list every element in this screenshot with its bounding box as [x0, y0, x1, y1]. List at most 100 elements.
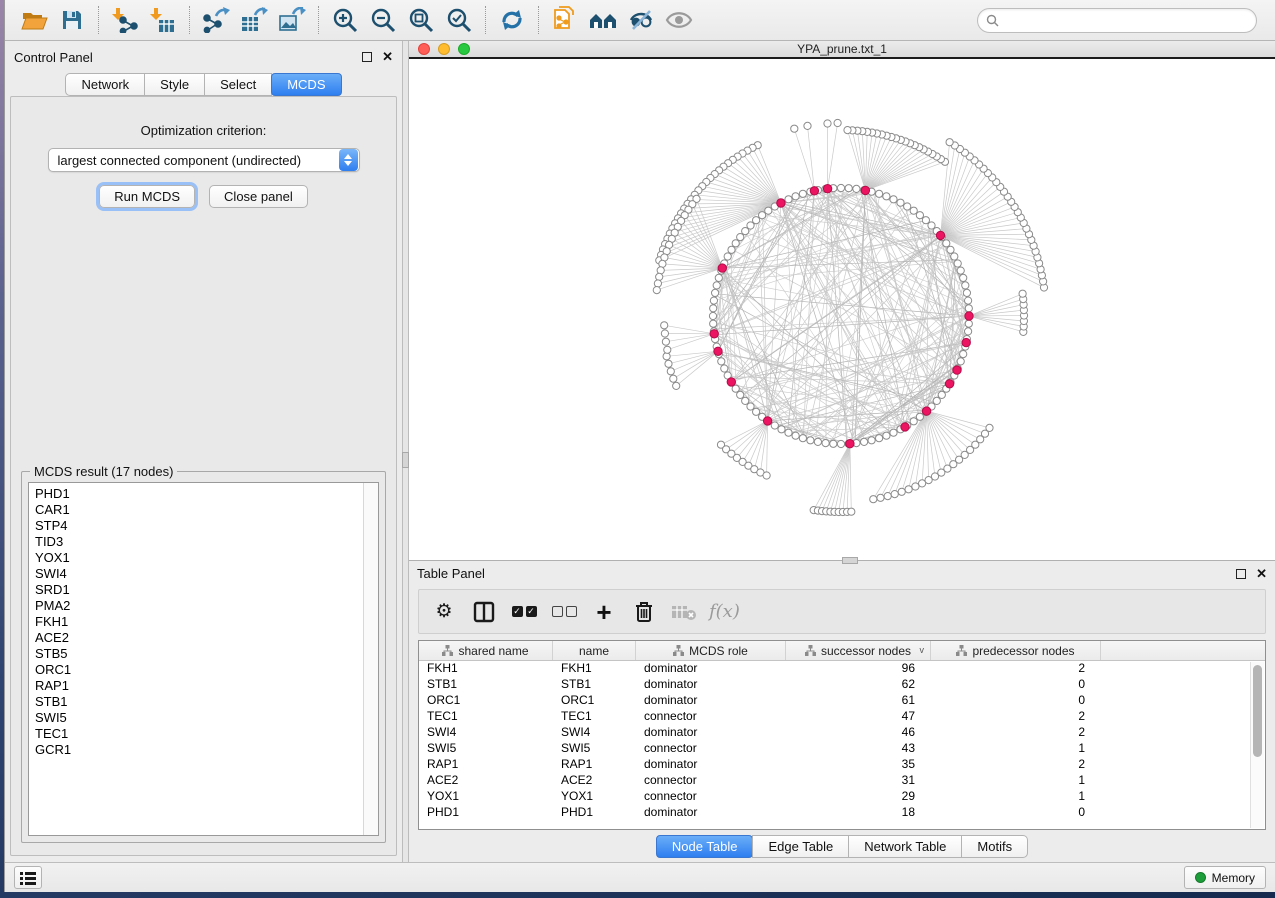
import-table-button[interactable]: [144, 3, 182, 37]
search-input[interactable]: [1004, 13, 1248, 27]
table-row[interactable]: ORC1ORC1dominator610: [419, 693, 1265, 709]
tab-edge-table[interactable]: Edge Table: [752, 835, 849, 858]
show-hidden-button[interactable]: [660, 3, 698, 37]
column-header-predecessor-nodes[interactable]: predecessor nodes: [931, 641, 1101, 660]
show-column-button[interactable]: [469, 596, 499, 628]
mcds-result-item[interactable]: FKH1: [35, 614, 378, 630]
graph-node[interactable]: [868, 437, 875, 444]
table-scrollbar[interactable]: [1250, 662, 1264, 828]
zoom-in-button[interactable]: [326, 3, 364, 37]
graph-node[interactable]: [814, 438, 821, 445]
graph-leaf-node[interactable]: [912, 483, 919, 490]
graph-node[interactable]: [799, 435, 806, 442]
deselect-all-button[interactable]: [549, 596, 579, 628]
export-network-button[interactable]: [197, 3, 235, 37]
graph-dominator-node[interactable]: [953, 366, 961, 374]
table-row[interactable]: FKH1FKH1dominator962: [419, 661, 1265, 677]
graph-node[interactable]: [747, 222, 754, 229]
graph-node[interactable]: [799, 190, 806, 197]
graph-leaf-node[interactable]: [763, 472, 770, 479]
graph-node[interactable]: [916, 212, 923, 219]
graph-node[interactable]: [965, 320, 972, 327]
clone-network-button[interactable]: [546, 3, 584, 37]
graph-dominator-node[interactable]: [810, 187, 818, 195]
import-network-button[interactable]: [106, 3, 144, 37]
graph-node[interactable]: [883, 432, 890, 439]
graph-leaf-node[interactable]: [898, 488, 905, 495]
graph-node[interactable]: [830, 440, 837, 447]
add-column-button[interactable]: +: [589, 596, 619, 628]
task-history-button[interactable]: [14, 866, 42, 889]
mcds-result-item[interactable]: SRD1: [35, 582, 378, 598]
graph-node[interactable]: [876, 435, 883, 442]
table-scrollbar-thumb[interactable]: [1253, 665, 1262, 757]
graph-dominator-node[interactable]: [777, 199, 785, 207]
graph-leaf-node[interactable]: [1019, 290, 1026, 297]
mcds-result-item[interactable]: STB1: [35, 694, 378, 710]
graph-node[interactable]: [792, 193, 799, 200]
graph-leaf-node[interactable]: [662, 338, 669, 345]
graph-node[interactable]: [943, 240, 950, 247]
delete-column-button[interactable]: [629, 596, 659, 628]
select-all-button[interactable]: ✓ ✓: [509, 596, 539, 628]
export-table-button[interactable]: [235, 3, 273, 37]
graph-node[interactable]: [904, 203, 911, 210]
mcds-result-item[interactable]: PMA2: [35, 598, 378, 614]
tab-node-table[interactable]: Node Table: [656, 835, 754, 858]
graph-node[interactable]: [710, 297, 717, 304]
delete-table-button[interactable]: [669, 596, 699, 628]
float-table-panel-icon[interactable]: [1236, 569, 1246, 579]
graph-node[interactable]: [957, 267, 964, 274]
mcds-result-item[interactable]: ACE2: [35, 630, 378, 646]
graph-leaf-node[interactable]: [673, 382, 680, 389]
graph-node[interactable]: [785, 196, 792, 203]
graph-node[interactable]: [960, 351, 967, 358]
splitter-handle[interactable]: [402, 452, 409, 468]
graph-node[interactable]: [747, 403, 754, 410]
graph-node[interactable]: [759, 212, 766, 219]
graph-leaf-node[interactable]: [670, 375, 677, 382]
graph-dominator-node[interactable]: [710, 330, 718, 338]
graph-node[interactable]: [916, 413, 923, 420]
graph-leaf-node[interactable]: [884, 493, 891, 500]
graph-leaf-node[interactable]: [791, 125, 798, 132]
graph-node[interactable]: [965, 305, 972, 312]
mcds-result-item[interactable]: TEC1: [35, 726, 378, 742]
refresh-view-button[interactable]: [493, 3, 531, 37]
graph-node[interactable]: [890, 429, 897, 436]
vertical-splitter[interactable]: [402, 41, 409, 862]
graph-leaf-node[interactable]: [905, 486, 912, 493]
float-window-icon[interactable]: [362, 52, 372, 62]
graph-node[interactable]: [910, 207, 917, 214]
mcds-result-item[interactable]: ORC1: [35, 662, 378, 678]
graph-leaf-node[interactable]: [656, 273, 663, 280]
graph-node[interactable]: [845, 185, 852, 192]
graph-node[interactable]: [778, 426, 785, 433]
graph-node[interactable]: [753, 408, 760, 415]
tab-select[interactable]: Select: [204, 73, 272, 96]
graph-node[interactable]: [728, 246, 735, 253]
graph-node[interactable]: [742, 228, 749, 235]
graph-leaf-node[interactable]: [877, 494, 884, 501]
graph-node[interactable]: [853, 185, 860, 192]
graph-leaf-node[interactable]: [844, 127, 851, 134]
graph-dominator-node[interactable]: [922, 407, 930, 415]
hide-selected-button[interactable]: [622, 3, 660, 37]
graph-node[interactable]: [792, 432, 799, 439]
graph-node[interactable]: [710, 320, 717, 327]
column-header-name[interactable]: name: [553, 641, 636, 660]
graph-node[interactable]: [963, 289, 970, 296]
graph-leaf-node[interactable]: [986, 424, 993, 431]
neighbors-button[interactable]: [584, 3, 622, 37]
graph-node[interactable]: [713, 282, 720, 289]
zoom-selected-button[interactable]: [440, 3, 478, 37]
graph-node[interactable]: [897, 199, 904, 206]
graph-node[interactable]: [947, 246, 954, 253]
graph-dominator-node[interactable]: [965, 312, 973, 320]
mcds-result-item[interactable]: TID3: [35, 534, 378, 550]
graph-dominator-node[interactable]: [718, 264, 726, 272]
graph-leaf-node[interactable]: [891, 491, 898, 498]
mcds-result-item[interactable]: RAP1: [35, 678, 378, 694]
graph-dominator-node[interactable]: [936, 231, 944, 239]
graph-leaf-node[interactable]: [665, 360, 672, 367]
